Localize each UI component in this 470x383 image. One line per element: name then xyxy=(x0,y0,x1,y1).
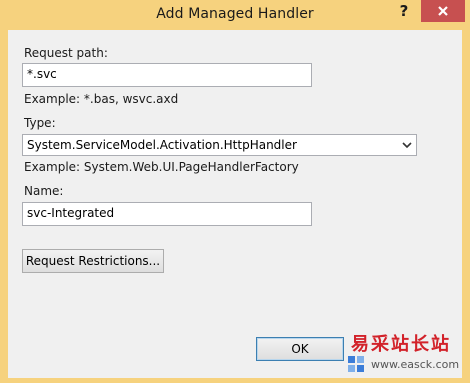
dialog-window: Add Managed Handler ? Request path: *.sv… xyxy=(0,0,470,383)
watermark-url: www.easck.com xyxy=(371,358,460,371)
name-label: Name: xyxy=(24,184,64,198)
type-label: Type: xyxy=(24,116,56,130)
close-button[interactable] xyxy=(421,0,465,22)
request-path-input[interactable]: *.svc xyxy=(22,63,312,87)
name-input[interactable]: svc-Integrated xyxy=(22,202,312,226)
help-button[interactable]: ? xyxy=(392,0,416,22)
request-path-example: Example: *.bas, wsvc.axd xyxy=(24,92,179,106)
type-select-value: System.ServiceModel.Activation.HttpHandl… xyxy=(27,138,297,152)
type-select[interactable]: System.ServiceModel.Activation.HttpHandl… xyxy=(22,134,417,156)
chevron-down-icon xyxy=(402,142,412,149)
close-icon xyxy=(438,6,448,16)
type-example: Example: System.Web.UI.PageHandlerFactor… xyxy=(24,160,299,174)
ok-button[interactable]: OK xyxy=(256,337,344,361)
request-path-label: Request path: xyxy=(24,46,108,60)
dialog-content: Request path: *.svc Example: *.bas, wsvc… xyxy=(8,30,462,378)
watermark-logo-icon xyxy=(348,356,364,372)
watermark-brand: 易采站长站 xyxy=(351,334,451,355)
title-bar[interactable]: Add Managed Handler ? xyxy=(0,0,470,30)
request-restrictions-button[interactable]: Request Restrictions... xyxy=(22,249,164,273)
